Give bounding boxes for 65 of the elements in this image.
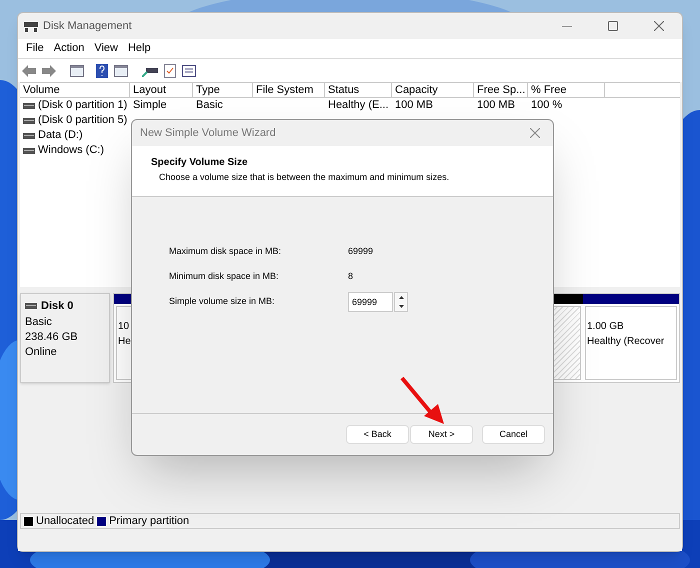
- partition-info: Healthy (Recover: [587, 336, 664, 347]
- field-label: Simple volume size in MB:: [169, 294, 276, 308]
- table-cell-text: (Disk 0 partition 5): [38, 113, 128, 128]
- forward-icon[interactable]: [42, 64, 56, 76]
- volume-size-field[interactable]: 69999: [348, 292, 393, 312]
- column-header[interactable]: Layout: [130, 83, 193, 97]
- disk-label-panel[interactable]: Disk 0 Basic 238.46 GB Online: [20, 293, 110, 383]
- table-cell-text: 100 MB: [477, 98, 515, 114]
- legend-label: Primary partition: [109, 514, 190, 529]
- up-icon: [398, 296, 404, 298]
- column-header[interactable]: Volume: [20, 83, 130, 97]
- column-header[interactable]: Type: [193, 83, 253, 97]
- legend-label: Unallocated: [36, 514, 94, 529]
- partition-info: 10: [118, 321, 130, 332]
- wizard-subheading: Choose a volume size that is between the maximum and minimum sizes.: [158, 171, 450, 184]
- drive-icon: [23, 102, 35, 108]
- menu-item[interactable]: Help: [124, 40, 155, 57]
- table-cell-text: Basic: [196, 98, 223, 114]
- maximize-icon: [608, 21, 618, 31]
- wizard-heading: Specify Volume Size: [151, 156, 249, 170]
- field-value: 8: [348, 270, 354, 283]
- column-header[interactable]: Status: [325, 83, 392, 97]
- partition-info: 1.00 GB: [587, 321, 624, 332]
- disk-name: Disk 0: [41, 299, 74, 314]
- table-cell-text: Healthy (E...: [328, 98, 389, 114]
- disk-info: Online: [25, 344, 58, 360]
- drive-icon: [23, 118, 35, 124]
- partition-info: He: [118, 336, 131, 347]
- menu-item[interactable]: View: [90, 40, 122, 57]
- drive-icon: [23, 148, 35, 154]
- table-cell-text: Data (D:): [38, 128, 83, 144]
- field-value: 69999: [348, 244, 374, 258]
- pointer-arrow: [400, 376, 446, 426]
- field-label: Minimum disk space in MB:: [169, 270, 280, 283]
- disk-management-icon: [24, 20, 38, 32]
- column-header[interactable]: Capacity: [392, 83, 474, 97]
- window-title: Disk Management: [43, 18, 132, 34]
- disk-info: Basic: [25, 314, 53, 330]
- dialog-title: New Simple Volume Wizard: [140, 126, 276, 141]
- back-icon[interactable]: [22, 64, 36, 76]
- table-cell-text: 100 %: [531, 98, 562, 114]
- table-cell-text: (Disk 0 partition 1): [38, 98, 128, 114]
- close-icon: [530, 128, 540, 138]
- wizard-button[interactable]: Next >: [410, 425, 473, 444]
- wizard-button[interactable]: Cancel: [482, 425, 545, 444]
- table-cell-text: 100 MB: [395, 98, 433, 114]
- drive-icon: [25, 303, 37, 310]
- table-cell-text: Windows (C:): [38, 143, 104, 158]
- panel-icon[interactable]: [70, 64, 84, 76]
- close-icon: [654, 21, 664, 31]
- menu-item[interactable]: File: [22, 40, 48, 57]
- drive-icon: [23, 132, 35, 138]
- menu-item[interactable]: Action: [50, 40, 88, 57]
- field-label: Maximum disk space in MB:: [169, 244, 282, 258]
- table-cell-text: Simple: [133, 98, 167, 114]
- checklist-icon[interactable]: [164, 64, 176, 78]
- spin-control[interactable]: [394, 292, 408, 312]
- column-header[interactable]: % Free: [528, 83, 605, 97]
- disk-info: 238.46 GB: [25, 330, 79, 344]
- column-header[interactable]: Free Sp...: [474, 83, 528, 97]
- help-icon[interactable]: [96, 64, 108, 78]
- properties-icon[interactable]: [182, 64, 196, 76]
- column-header[interactable]: File System: [253, 83, 325, 97]
- panel-icon[interactable]: [114, 64, 128, 76]
- wizard-button[interactable]: < Back: [346, 425, 409, 444]
